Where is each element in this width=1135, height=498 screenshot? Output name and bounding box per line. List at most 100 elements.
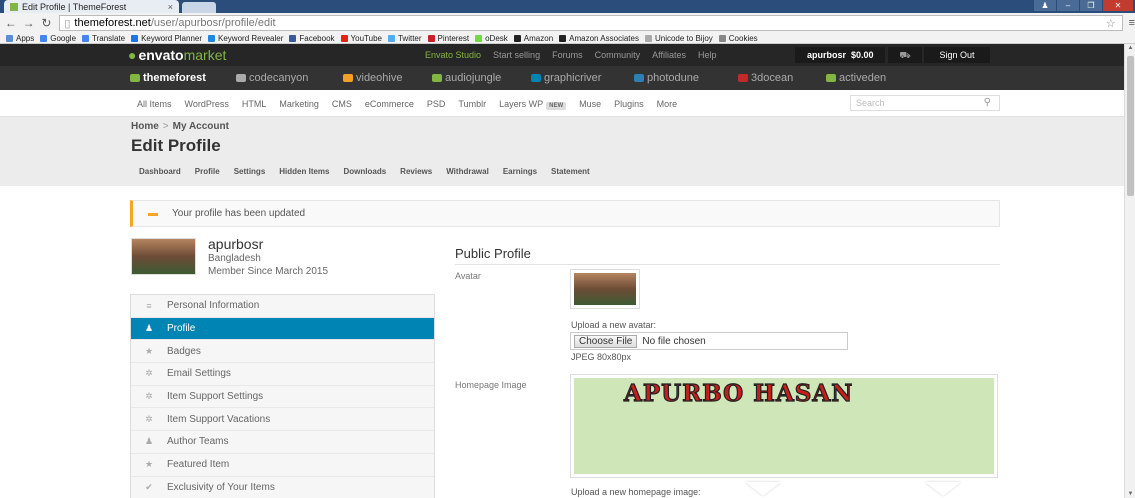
tab-reviews[interactable]: Reviews [400,167,432,176]
marketplace-codecanyon[interactable]: codecanyon [236,72,308,84]
search-icon[interactable]: ⚲ [984,96,991,110]
breadcrumb-sep: > [162,121,169,132]
scroll-down-icon[interactable]: ▼ [1125,491,1135,497]
top-nav-link[interactable]: Envato Studio [425,50,481,60]
sidebar-item-featured-item[interactable]: ★ Featured Item [131,454,434,477]
top-nav-link[interactable]: Help [698,50,717,60]
sidebar-item-badges[interactable]: ★ Badges [131,340,434,364]
sidebar-item-personal-information[interactable]: ≡ Personal Information [131,295,434,318]
category-link[interactable]: PSD [427,99,446,110]
marketplace-photodune[interactable]: photodune [634,72,699,84]
minimize-icon[interactable]: – [1057,0,1079,11]
bookmark-item[interactable]: Google [40,34,76,43]
avatar-file-input[interactable]: Choose File No file chosen [570,332,848,350]
user-balance-box[interactable]: apurbosr $0.00 [795,47,885,63]
category-link[interactable]: Tumblr [458,99,486,110]
category-link[interactable]: More [657,99,678,110]
marketplace-3docean[interactable]: 3docean [738,72,793,84]
bookmark-item[interactable]: YouTube [340,34,382,43]
cart-icon[interactable]: ⛟ [888,47,922,63]
sidebar-item-profile[interactable]: ♟ Profile [131,317,434,341]
marketplace-audiojungle[interactable]: audiojungle [432,72,501,84]
envato-logo[interactable]: ● envato market [128,47,226,63]
tab-dashboard[interactable]: Dashboard [139,167,181,176]
bookmark-item[interactable]: Unicode to Bijoy [644,34,713,43]
bookmark-item[interactable]: Translate [82,34,125,43]
scroll-thumb[interactable] [1127,56,1134,196]
category-label: Marketing [279,99,319,109]
back-icon[interactable]: ← [4,16,18,30]
category-label: Layers WP [499,99,544,109]
logo-suffix: market [183,47,227,63]
bookmark-item[interactable]: Keyword Revealer [208,34,283,43]
tab-settings[interactable]: Settings [234,167,266,176]
breadcrumb-home[interactable]: Home [131,121,159,132]
url-input[interactable]: ▯ themeforest.net/user/apurbosr/profile/… [59,15,1123,31]
category-link[interactable]: Muse [579,99,601,110]
tab-earnings[interactable]: Earnings [503,167,537,176]
bookmark-item[interactable]: Apps [6,34,34,43]
marketplace-graphicriver[interactable]: graphicriver [531,72,601,84]
bookmark-item[interactable]: Pinterest [427,34,469,43]
category-link[interactable]: Layers WP NEW [499,99,567,110]
category-link[interactable]: All Items [137,99,172,110]
breadcrumb-account[interactable]: My Account [173,121,229,132]
page-scrollbar[interactable]: ▲ ▼ [1124,44,1135,498]
search-input[interactable]: Search ⚲ [850,95,1000,111]
bookmark-icon [475,34,483,42]
category-label: PSD [426,99,446,109]
bookmark-item[interactable]: Twitter [387,34,422,43]
tab-hidden-items[interactable]: Hidden Items [279,167,329,176]
choose-file-button[interactable]: Choose File [574,334,638,348]
close-window-icon[interactable]: ✕ [1103,0,1133,11]
top-nav-link[interactable]: Start selling [493,50,540,60]
sidebar-item-label: Item Support Vacations [167,413,271,425]
forward-icon[interactable]: → [22,16,36,30]
tab-withdrawal[interactable]: Withdrawal [446,167,489,176]
top-nav-link[interactable]: Affiliates [652,50,686,60]
category-link[interactable]: WordPress [185,99,229,110]
sidebar-item-email-settings[interactable]: ✲ Email Settings [131,363,434,386]
category-link[interactable]: CMS [332,99,352,110]
tab-profile[interactable]: Profile [195,167,220,176]
marketplace-label: audiojungle [445,72,502,84]
sidebar-item-item-support-vacations[interactable]: ✲ Item Support Vacations [131,408,434,432]
sign-out-button[interactable]: Sign Out [924,47,990,63]
category-link[interactable]: Plugins [614,99,644,110]
bookmark-item[interactable]: Facebook [289,34,335,43]
close-tab-icon[interactable]: × [168,2,173,12]
marketplace-themeforest[interactable]: themeforest [130,72,206,84]
browser-tab[interactable]: Edit Profile | ThemeForest × [4,0,179,13]
category-label: HTML [241,99,267,109]
sidebar-item-author-teams[interactable]: ♟ Author Teams [131,431,434,454]
sidebar-item-item-support-settings[interactable]: ✲ Item Support Settings [131,386,434,409]
marketplace-videohive[interactable]: videohive [343,72,402,84]
bookmark-item[interactable]: oDesk [475,34,508,43]
tab-downloads[interactable]: Downloads [344,167,387,176]
bookmark-item[interactable]: Cookies [718,34,758,43]
breadcrumb: Home > My Account [131,121,229,132]
maximize-icon[interactable]: ❐ [1080,0,1102,11]
reload-icon[interactable]: ↻ [40,16,54,30]
tab-statement[interactable]: Statement [551,167,590,176]
bookmark-star-icon[interactable]: ☆ [1106,17,1116,30]
top-nav-link[interactable]: Community [595,50,641,60]
category-link[interactable]: eCommerce [365,99,414,110]
marketplace-activeden[interactable]: activeden [826,72,886,84]
bookmark-item[interactable]: Amazon Associates [559,34,639,43]
tab-title: Edit Profile | ThemeForest [22,1,127,12]
category-link[interactable]: HTML [242,99,267,110]
sidebar-item-exclusivity-of-your-items[interactable]: ✔ Exclusivity of Your Items [131,477,434,498]
page-icon: ▯ [64,17,71,30]
category-link[interactable]: Marketing [279,99,319,110]
bookmark-item[interactable]: Amazon [513,34,553,43]
homepage-image-preview: APURBO HASAN [570,374,998,478]
user-icon[interactable]: ♟ [1034,0,1056,11]
profile-username: apurbosr [208,236,264,252]
top-nav-link[interactable]: Forums [552,50,583,60]
scroll-up-icon[interactable]: ▲ [1125,45,1135,51]
bookmark-item[interactable]: Keyword Planner [131,34,202,43]
new-tab-button[interactable] [182,2,216,13]
menu-icon[interactable]: ≡ [1129,17,1135,29]
sidebar-item-label: Email Settings [167,368,231,380]
